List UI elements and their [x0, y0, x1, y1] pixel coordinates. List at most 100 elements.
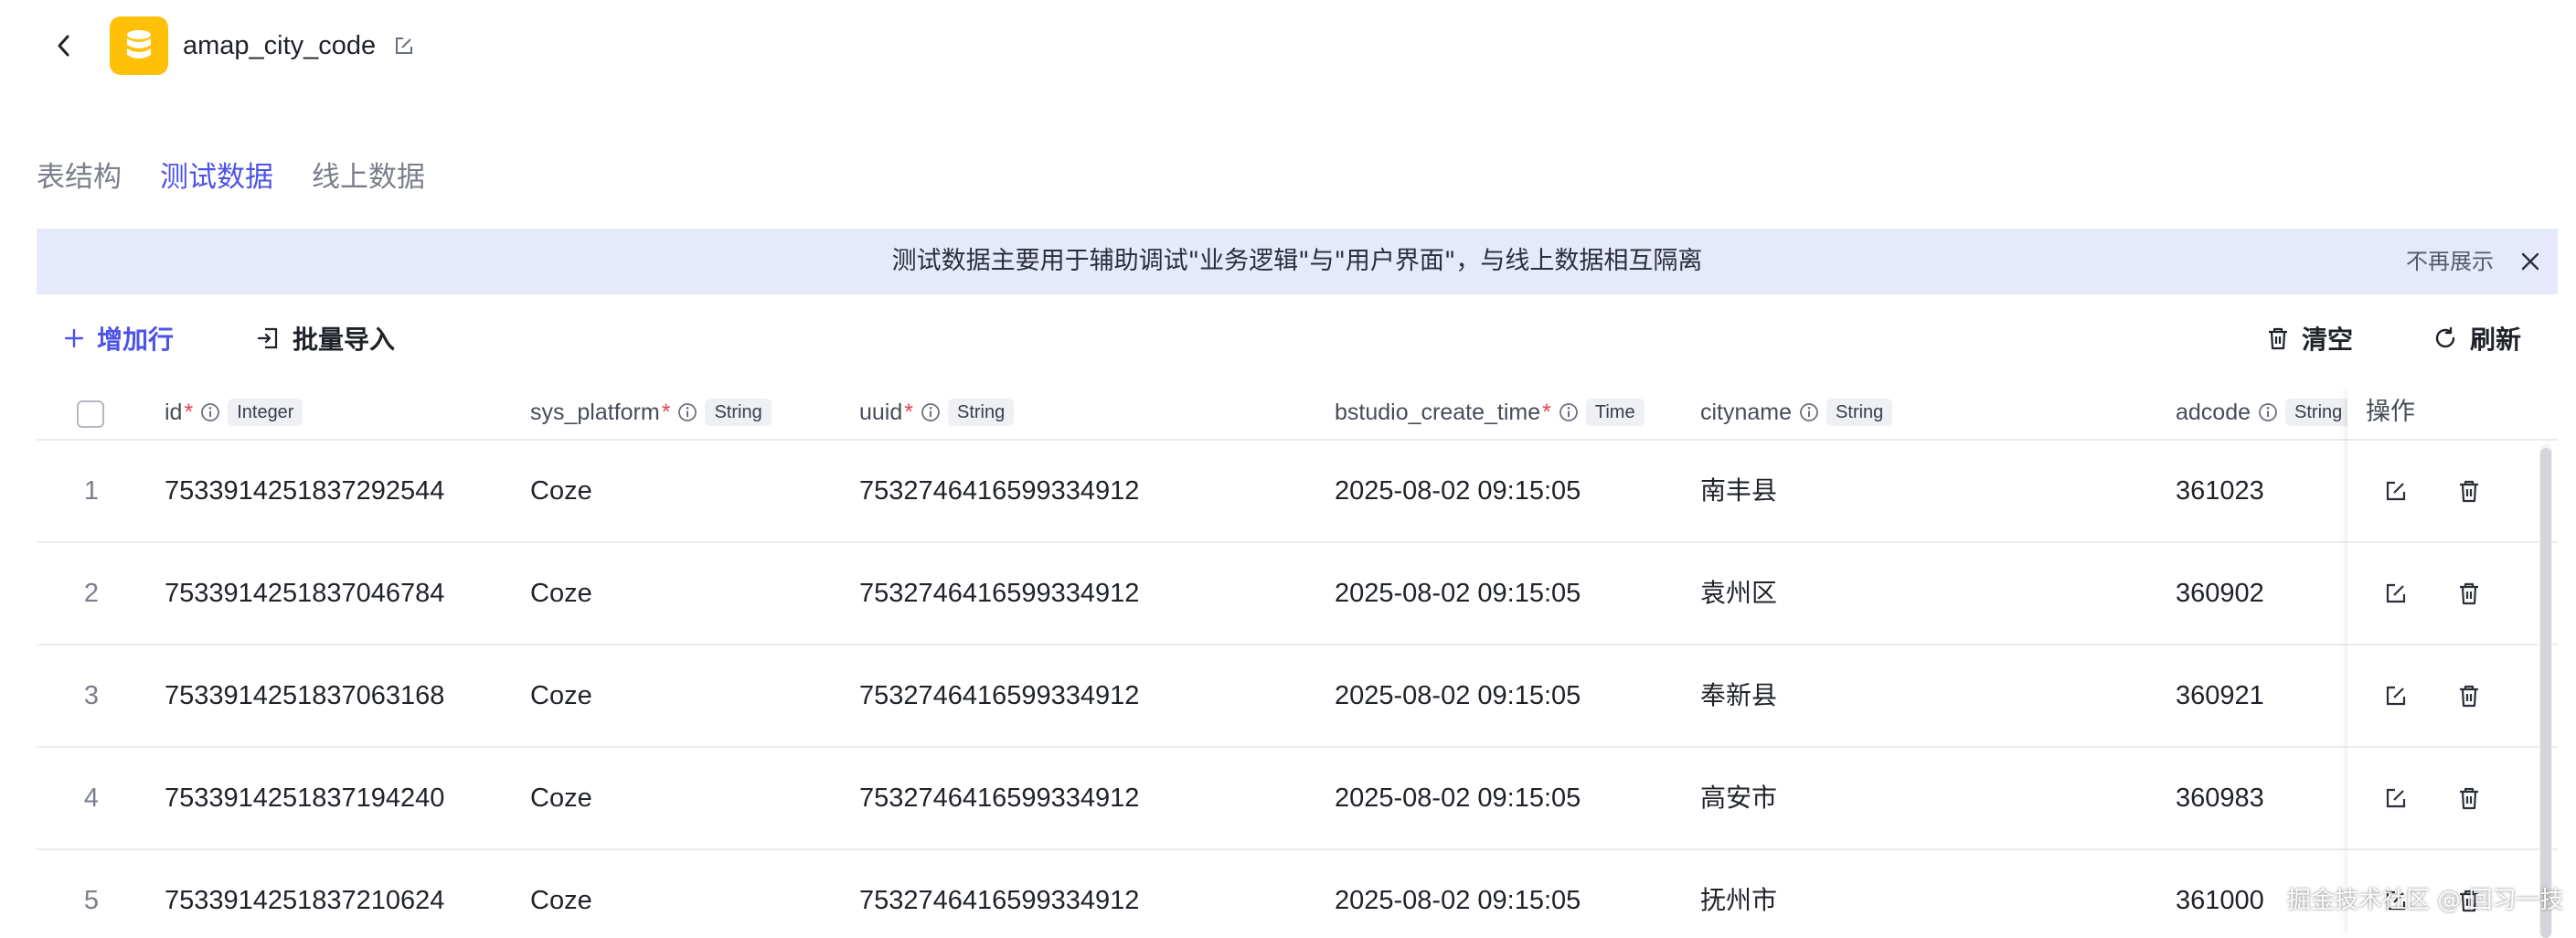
cell-sys-platform[interactable]: Coze — [530, 645, 592, 746]
refresh-button[interactable]: 刷新 — [2433, 311, 2521, 366]
cell-uuid[interactable]: 7532746416599334912 — [859, 543, 1139, 644]
info-icon[interactable] — [2258, 402, 2278, 422]
info-icon[interactable] — [921, 402, 941, 422]
cell-id[interactable]: 7533914251837210624 — [165, 850, 444, 938]
banner-close-button[interactable] — [2517, 249, 2543, 274]
table-row[interactable]: 5 7533914251837210624 Coze 7532746416599… — [37, 850, 2558, 938]
trash-icon — [2460, 685, 2478, 708]
cell-id[interactable]: 7533914251837046784 — [165, 543, 444, 644]
table-name-title: amap_city_code — [183, 31, 377, 60]
operations-column: 操作 — [2347, 384, 2558, 938]
row-index: 1 — [83, 476, 100, 506]
type-badge: Integer — [228, 399, 303, 426]
type-badge: String — [2285, 399, 2352, 426]
info-icon[interactable] — [677, 402, 697, 422]
table-row[interactable]: 3 7533914251837063168 Coze 7532746416599… — [37, 645, 2558, 748]
trash-icon — [2460, 582, 2478, 605]
row-actions — [2347, 543, 2558, 645]
row-index: 4 — [83, 783, 100, 813]
cell-create-time[interactable]: 2025-08-02 09:15:05 — [1335, 441, 1581, 541]
tab-online-data[interactable]: 线上数据 — [312, 154, 425, 205]
cell-create-time[interactable]: 2025-08-02 09:15:05 — [1335, 748, 1581, 848]
import-icon — [257, 327, 278, 349]
column-header-id[interactable]: id * Integer — [165, 384, 303, 441]
delete-row-button[interactable] — [2455, 784, 2483, 812]
required-mark: * — [661, 399, 671, 425]
edit-row-button[interactable] — [2382, 682, 2410, 709]
delete-row-button[interactable] — [2455, 682, 2483, 709]
tab-test-data[interactable]: 测试数据 — [160, 154, 273, 205]
column-header-sys-platform[interactable]: sys_platform * String — [530, 384, 772, 441]
delete-row-button[interactable] — [2455, 477, 2483, 505]
edit-row-button[interactable] — [2382, 784, 2410, 812]
info-icon[interactable] — [1799, 402, 1819, 422]
required-mark: * — [1542, 399, 1551, 425]
cell-create-time[interactable]: 2025-08-02 09:15:05 — [1335, 543, 1581, 644]
cell-cityname[interactable]: 抚州市 — [1700, 850, 1777, 938]
edit-row-button[interactable] — [2382, 477, 2410, 505]
edit-row-button[interactable] — [2382, 580, 2410, 607]
column-name: bstudio_create_time — [1335, 399, 1541, 425]
info-icon[interactable] — [200, 402, 220, 422]
edit-icon — [396, 37, 412, 54]
cell-uuid[interactable]: 7532746416599334912 — [859, 441, 1139, 541]
edit-title-button[interactable] — [391, 33, 417, 59]
watermark: 掘金技术社区 @ 回习一技 — [2287, 887, 2564, 914]
column-header-operations: 操作 — [2347, 384, 2558, 441]
cell-sys-platform[interactable]: Coze — [530, 748, 592, 848]
cell-adcode[interactable]: 360902 — [2176, 543, 2264, 644]
edit-icon — [2386, 686, 2406, 706]
back-button[interactable] — [49, 27, 79, 64]
cell-adcode[interactable]: 360921 — [2176, 645, 2264, 746]
cell-adcode[interactable]: 360983 — [2176, 748, 2264, 848]
row-index: 3 — [83, 681, 100, 710]
type-badge: String — [1826, 399, 1893, 426]
type-badge: String — [948, 399, 1015, 426]
cell-uuid[interactable]: 7532746416599334912 — [859, 645, 1139, 746]
column-name: id — [165, 399, 183, 425]
cell-create-time[interactable]: 2025-08-02 09:15:05 — [1335, 850, 1581, 938]
delete-row-button[interactable] — [2455, 580, 2483, 607]
cell-id[interactable]: 7533914251837063168 — [165, 645, 444, 746]
cell-cityname[interactable]: 高安市 — [1700, 748, 1777, 848]
refresh-label: 刷新 — [2470, 325, 2522, 355]
cell-create-time[interactable]: 2025-08-02 09:15:05 — [1335, 645, 1581, 746]
dont-show-again-link[interactable]: 不再展示 — [2406, 229, 2494, 294]
select-all-checkbox[interactable] — [77, 400, 104, 428]
cell-adcode[interactable]: 361023 — [2176, 441, 2264, 541]
column-header-uuid[interactable]: uuid * String — [859, 384, 1015, 441]
cell-adcode[interactable]: 361000 — [2176, 850, 2264, 938]
table-row[interactable]: 2 7533914251837046784 Coze 7532746416599… — [37, 543, 2558, 645]
column-header-cityname[interactable]: cityname String — [1700, 384, 1893, 441]
cell-id[interactable]: 7533914251837292544 — [165, 441, 444, 541]
column-name: uuid — [859, 399, 903, 425]
batch-import-button[interactable]: 批量导入 — [256, 311, 395, 366]
cell-cityname[interactable]: 奉新县 — [1700, 645, 1777, 746]
cell-cityname[interactable]: 袁州区 — [1700, 543, 1777, 644]
cell-sys-platform[interactable]: Coze — [530, 441, 592, 541]
tab-bar: 表结构 测试数据 线上数据 — [37, 154, 425, 205]
cell-uuid[interactable]: 7532746416599334912 — [859, 850, 1139, 938]
add-row-button[interactable]: 增加行 — [64, 311, 174, 366]
edit-icon — [2386, 481, 2406, 501]
cell-id[interactable]: 7533914251837194240 — [165, 748, 444, 848]
tab-schema[interactable]: 表结构 — [37, 154, 122, 205]
cell-cityname[interactable]: 南丰县 — [1700, 441, 1777, 541]
batch-import-label: 批量导入 — [293, 325, 396, 355]
cell-sys-platform[interactable]: Coze — [530, 543, 592, 644]
info-icon[interactable] — [1559, 402, 1579, 422]
banner-text: 测试数据主要用于辅助调试"业务逻辑"与"用户界面"，与线上数据相互隔离 — [891, 247, 1703, 275]
row-index: 5 — [83, 886, 100, 915]
column-header-create-time[interactable]: bstudio_create_time * Time — [1335, 384, 1645, 441]
table-row[interactable]: 1 7533914251837292544 Coze 7532746416599… — [37, 441, 2558, 543]
cell-sys-platform[interactable]: Coze — [530, 850, 592, 938]
type-badge: Time — [1585, 399, 1645, 426]
row-actions — [2347, 441, 2558, 543]
column-header-adcode[interactable]: adcode String — [2176, 384, 2352, 441]
cell-uuid[interactable]: 7532746416599334912 — [859, 748, 1139, 848]
clear-button[interactable]: 清空 — [2267, 311, 2353, 366]
data-table: id * Integer sys_platform * String uuid * S… — [37, 384, 2558, 938]
type-badge: String — [705, 399, 772, 426]
vertical-scrollbar-thumb[interactable] — [2540, 448, 2551, 938]
table-row[interactable]: 4 7533914251837194240 Coze 7532746416599… — [37, 748, 2558, 850]
